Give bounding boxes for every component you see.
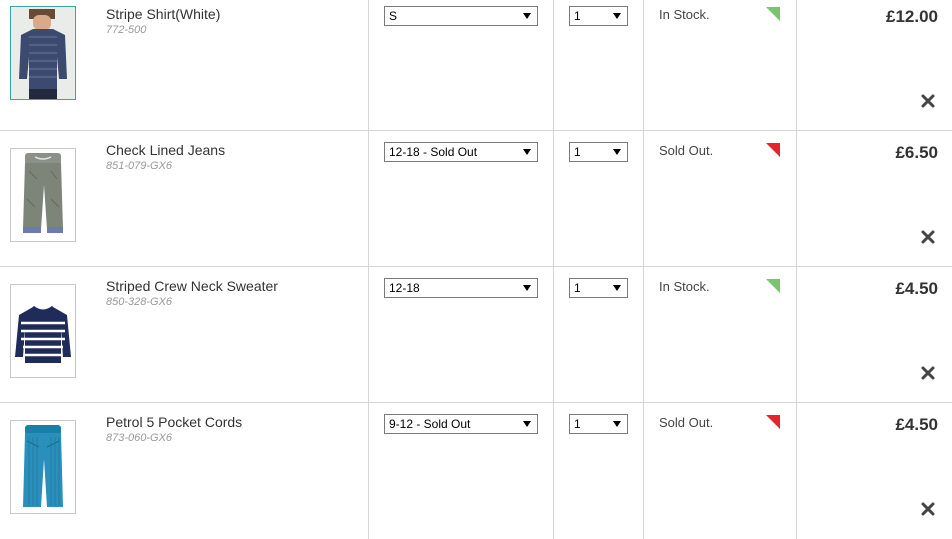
- product-name[interactable]: Petrol 5 Pocket Cords: [106, 414, 242, 430]
- column-divider: [553, 403, 554, 539]
- product-thumbnail[interactable]: [10, 148, 76, 242]
- size-select[interactable]: S: [384, 6, 538, 26]
- item-price: £12.00: [886, 7, 938, 26]
- striped-sweater-photo: [11, 285, 75, 377]
- size-select[interactable]: 12-18 - Sold Out: [384, 142, 538, 162]
- size-select-value: S: [389, 9, 398, 23]
- quantity-select-value: 1: [574, 145, 581, 159]
- dropdown-arrow-icon: [613, 13, 621, 19]
- size-select[interactable]: 9-12 - Sold Out: [384, 414, 538, 434]
- column-divider: [643, 403, 644, 539]
- basket-row: Stripe Shirt(White) 772-500 S 1 In Stock…: [0, 0, 952, 131]
- basket-row: Petrol 5 Pocket Cords 873-060-GX6 9-12 -…: [0, 403, 952, 539]
- quantity-select-value: 1: [574, 417, 581, 431]
- dropdown-arrow-icon: [523, 13, 531, 19]
- stripe-shirt-photo: [11, 7, 75, 99]
- quantity-select[interactable]: 1: [569, 278, 628, 298]
- product-thumbnail[interactable]: [10, 420, 76, 514]
- product-name[interactable]: Stripe Shirt(White): [106, 6, 220, 22]
- check-lined-jeans-photo: [11, 149, 75, 241]
- dropdown-arrow-icon: [523, 285, 531, 291]
- column-divider: [796, 267, 797, 402]
- stock-status: Sold Out.: [659, 143, 714, 158]
- column-divider: [553, 131, 554, 266]
- remove-item-button[interactable]: [920, 501, 936, 517]
- product-thumbnail[interactable]: [10, 6, 76, 100]
- stock-status: In Stock.: [659, 7, 710, 22]
- basket-row: Striped Crew Neck Sweater 850-328-GX6 12…: [0, 267, 952, 403]
- product-name[interactable]: Striped Crew Neck Sweater: [106, 278, 278, 294]
- sold-out-flag-icon: [766, 415, 780, 429]
- dropdown-arrow-icon: [613, 149, 621, 155]
- dropdown-arrow-icon: [523, 149, 531, 155]
- close-icon: [921, 230, 935, 244]
- stock-status: Sold Out.: [659, 415, 714, 430]
- dropdown-arrow-icon: [613, 285, 621, 291]
- in-stock-flag-icon: [766, 279, 780, 293]
- quantity-select-value: 1: [574, 9, 581, 23]
- remove-item-button[interactable]: [920, 229, 936, 245]
- quantity-select[interactable]: 1: [569, 414, 628, 434]
- column-divider: [796, 131, 797, 266]
- remove-item-button[interactable]: [920, 365, 936, 381]
- product-thumbnail[interactable]: [10, 284, 76, 378]
- product-code: 850-328-GX6: [106, 296, 173, 308]
- stock-status: In Stock.: [659, 279, 710, 294]
- basket-item-list: Stripe Shirt(White) 772-500 S 1 In Stock…: [0, 0, 952, 539]
- dropdown-arrow-icon: [523, 421, 531, 427]
- column-divider: [553, 267, 554, 402]
- column-divider: [643, 131, 644, 266]
- sold-out-flag-icon: [766, 143, 780, 157]
- product-code: 851-079-GX6: [106, 160, 173, 172]
- petrol-cords-photo: [11, 421, 75, 513]
- basket-row: Check Lined Jeans 851-079-GX6 12-18 - So…: [0, 131, 952, 267]
- close-icon: [921, 502, 935, 516]
- column-divider: [368, 403, 369, 539]
- column-divider: [368, 131, 369, 266]
- close-icon: [921, 94, 935, 108]
- size-select-value: 12-18: [389, 281, 420, 295]
- column-divider: [643, 267, 644, 402]
- size-select[interactable]: 12-18: [384, 278, 538, 298]
- item-price: £6.50: [895, 143, 938, 162]
- product-name[interactable]: Check Lined Jeans: [106, 142, 225, 158]
- remove-item-button[interactable]: [920, 93, 936, 109]
- column-divider: [796, 403, 797, 539]
- product-code: 873-060-GX6: [106, 432, 173, 444]
- column-divider: [368, 267, 369, 402]
- size-select-value: 9-12 - Sold Out: [389, 417, 471, 431]
- item-price: £4.50: [895, 415, 938, 434]
- column-divider: [553, 0, 554, 130]
- column-divider: [796, 0, 797, 130]
- size-select-value: 12-18 - Sold Out: [389, 145, 478, 159]
- product-code: 772-500: [106, 24, 147, 36]
- dropdown-arrow-icon: [613, 421, 621, 427]
- column-divider: [368, 0, 369, 130]
- quantity-select[interactable]: 1: [569, 142, 628, 162]
- quantity-select[interactable]: 1: [569, 6, 628, 26]
- in-stock-flag-icon: [766, 7, 780, 21]
- quantity-select-value: 1: [574, 281, 581, 295]
- item-price: £4.50: [895, 279, 938, 298]
- column-divider: [643, 0, 644, 130]
- close-icon: [921, 366, 935, 380]
